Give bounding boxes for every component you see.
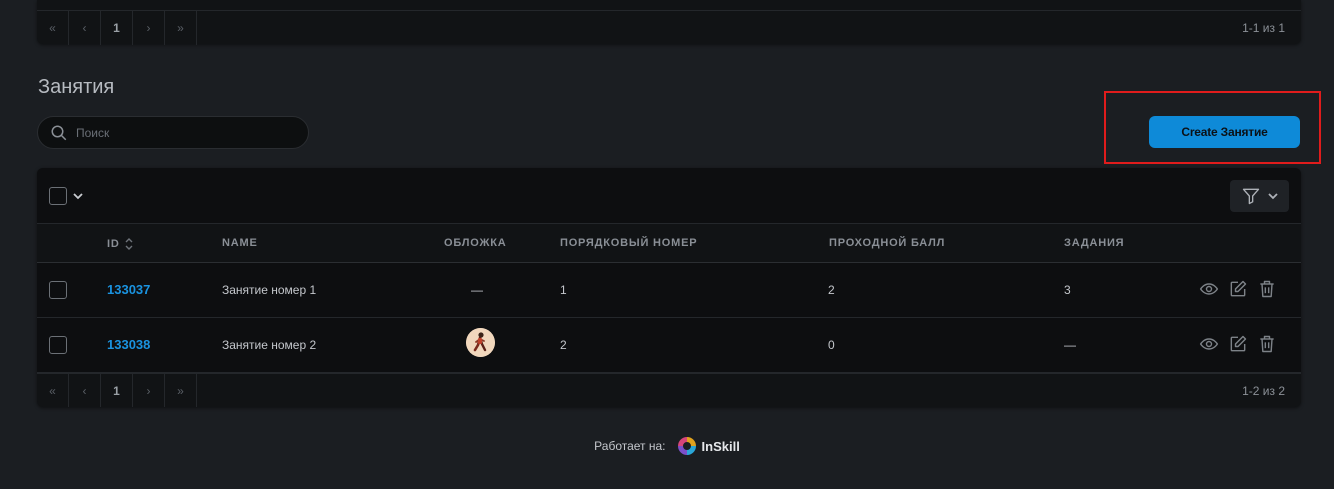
column-header-tasks: ЗАДАНИЯ — [1064, 237, 1125, 249]
chevron-down-icon[interactable] — [72, 190, 84, 202]
current-page-button[interactable]: 1 — [101, 10, 133, 45]
column-header-order: ПОРЯДКОВЫЙ НОМЕР — [560, 237, 698, 249]
next-page-button[interactable]: › — [133, 10, 165, 45]
row-actions — [1199, 279, 1277, 299]
last-page-button[interactable]: » — [165, 10, 197, 45]
column-header-id-label: ID — [107, 238, 120, 250]
prev-page-button[interactable]: ‹ — [69, 10, 101, 45]
last-page-button[interactable]: » — [165, 373, 197, 407]
row-id-link[interactable]: 133038 — [107, 337, 150, 352]
search-input[interactable] — [76, 125, 276, 140]
first-page-button[interactable]: « — [37, 10, 69, 45]
bottom-pagination: « ‹ 1 › » 1-2 из 2 — [37, 373, 1301, 407]
delete-icon[interactable] — [1257, 279, 1277, 299]
row-tasks: — — [1064, 338, 1076, 352]
top-pagination: « ‹ 1 › » 1-1 из 1 — [37, 10, 1301, 45]
row-name: Занятие номер 2 — [222, 338, 317, 352]
edit-icon[interactable] — [1228, 334, 1248, 354]
row-order: 1 — [560, 283, 567, 297]
inskill-logo-icon — [677, 437, 696, 455]
row-id-link[interactable]: 133037 — [107, 282, 150, 297]
row-cover-empty: — — [471, 283, 483, 297]
page-count: 1-1 из 1 — [1242, 20, 1285, 35]
powered-by-label: Работает на: — [594, 439, 666, 453]
table-toolbar — [37, 168, 1301, 223]
search-box[interactable] — [37, 116, 309, 149]
create-lesson-button[interactable]: Create Занятие — [1149, 116, 1300, 148]
page-count: 1-2 из 2 — [1242, 383, 1285, 398]
row-checkbox[interactable] — [49, 281, 67, 299]
row-actions — [1199, 334, 1277, 354]
chevron-down-icon — [1267, 193, 1278, 200]
first-page-button[interactable]: « — [37, 373, 69, 407]
lessons-table: ID NAME ОБЛОЖКА ПОРЯДКОВЫЙ НОМЕР ПРОХОДН… — [37, 168, 1301, 407]
delete-icon[interactable] — [1257, 334, 1277, 354]
prev-page-button[interactable]: ‹ — [69, 373, 101, 407]
edit-icon[interactable] — [1228, 279, 1248, 299]
top-table-card: « ‹ 1 › » 1-1 из 1 — [37, 0, 1301, 45]
brand-name: InSkill — [701, 438, 740, 454]
row-name: Занятие номер 1 — [222, 283, 317, 297]
table-header: ID NAME ОБЛОЖКА ПОРЯДКОВЫЙ НОМЕР ПРОХОДН… — [37, 223, 1301, 263]
row-passing-score: 2 — [828, 283, 835, 297]
section-title: Занятия — [38, 76, 115, 98]
footer: Работает на: InSkill — [0, 432, 1334, 460]
column-header-name: NAME — [222, 237, 258, 249]
next-page-button[interactable]: › — [133, 373, 165, 407]
row-order: 2 — [560, 338, 567, 352]
column-header-cover: ОБЛОЖКА — [444, 237, 507, 249]
brand-link[interactable]: InSkill — [676, 435, 740, 457]
filter-button[interactable] — [1230, 180, 1289, 212]
table-row: 133038 Занятие номер 2 2 0 — — [37, 318, 1301, 373]
row-tasks: 3 — [1064, 283, 1071, 297]
column-header-passing-score: ПРОХОДНОЙ БАЛЛ — [829, 237, 946, 249]
select-all-checkbox[interactable] — [49, 187, 67, 205]
view-icon[interactable] — [1199, 279, 1219, 299]
row-passing-score: 0 — [828, 338, 835, 352]
view-icon[interactable] — [1199, 334, 1219, 354]
current-page-button[interactable]: 1 — [101, 373, 133, 407]
runner-image — [466, 328, 495, 357]
column-header-id[interactable]: ID — [107, 237, 134, 251]
cover-thumbnail[interactable] — [466, 328, 495, 357]
search-icon — [51, 125, 67, 140]
sort-icon — [125, 238, 133, 250]
row-checkbox[interactable] — [49, 336, 67, 354]
table-row: 133037 Занятие номер 1 — 1 2 3 — [37, 263, 1301, 318]
filter-icon — [1242, 188, 1259, 205]
